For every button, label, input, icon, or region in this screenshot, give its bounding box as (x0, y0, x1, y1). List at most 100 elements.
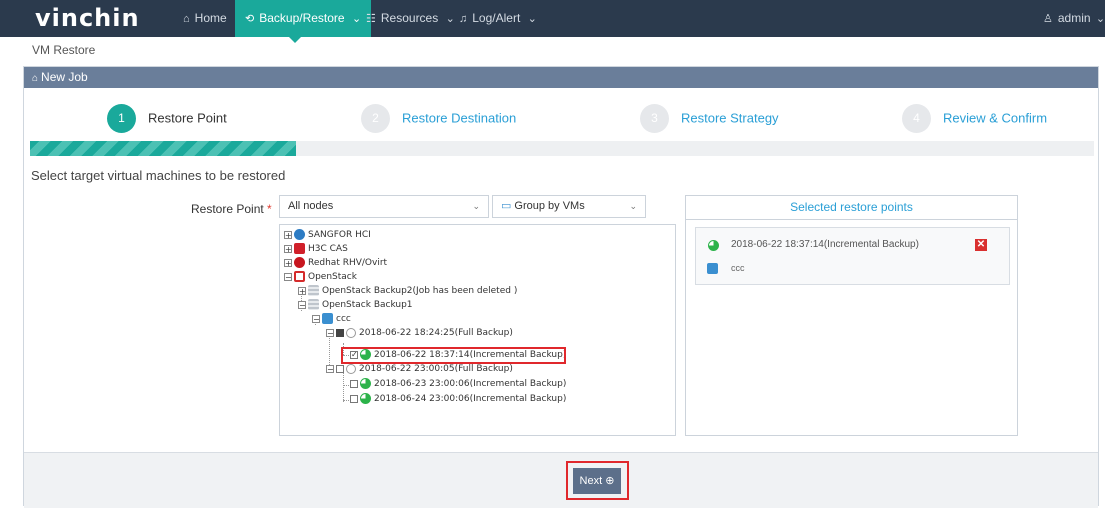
tree-label: OpenStack Backup2(Job has been deleted ) (322, 286, 518, 296)
collapse-toggle[interactable]: − (312, 314, 320, 323)
tree-node-backup2[interactable]: + OpenStack Backup2(Job has been deleted … (298, 285, 517, 298)
tree-node-h3c[interactable]: + H3C CAS (284, 243, 348, 256)
step-number: 4 (902, 104, 931, 134)
node-select-value: All nodes (288, 200, 334, 212)
tree-label: SANGFOR HCI (308, 230, 371, 240)
chevron-down-icon: ⌄ (527, 13, 537, 25)
collapse-toggle[interactable]: − (326, 328, 334, 337)
collapse-toggle[interactable]: − (298, 300, 306, 309)
step-label: Review & Confirm (943, 110, 1048, 126)
tree-node-backup1[interactable]: − OpenStack Backup1 (298, 299, 413, 312)
restore-point-label-text: Restore Point (191, 202, 264, 216)
nav-home[interactable]: ⌂ Home (183, 0, 227, 37)
checkbox[interactable] (350, 379, 358, 388)
panel-title: New Job (41, 70, 88, 84)
selected-header: Selected restore points (686, 196, 1017, 220)
checkbox[interactable] (336, 364, 344, 373)
remove-icon[interactable]: ✕ (975, 239, 987, 251)
wizard-progress-fill (30, 141, 296, 156)
section-title: Select target virtual machines to be res… (31, 168, 286, 183)
refresh-icon: ⟲ (245, 13, 255, 25)
checkbox[interactable] (350, 394, 358, 403)
tree-label: H3C CAS (308, 244, 348, 254)
expand-toggle[interactable]: + (284, 244, 292, 253)
nav-resources-label: Resources (380, 11, 439, 25)
chevron-down-icon: ⌄ (351, 13, 362, 25)
new-job-panel: ⌂ New Job 1 Restore Point 2 Restore Destina… (23, 66, 1099, 508)
selection-highlight (341, 347, 566, 364)
sangfor-icon (294, 229, 305, 240)
expand-toggle[interactable]: + (298, 286, 306, 295)
step-label: Restore Point (148, 110, 227, 126)
vm-icon (322, 313, 333, 324)
step-label: Restore Strategy (681, 110, 779, 126)
tree-node-full2[interactable]: − 2018-06-22 23:00:05(Full Backup) (326, 363, 513, 376)
user-menu[interactable]: ♙ admin ⌄ (1043, 0, 1105, 37)
nav-backup-restore[interactable]: ⟲ Backup/Restore ⌄ (235, 0, 372, 37)
step-review-confirm[interactable]: 4 Review & Confirm (902, 103, 1048, 134)
breadcrumb: VM Restore (32, 43, 96, 57)
selected-restore-points: Selected restore points 2018-06-22 18:37… (685, 195, 1018, 436)
node-select[interactable]: All nodes ⌄ (279, 195, 489, 218)
nav-home-label: Home (194, 11, 227, 25)
tree-label: Redhat RHV/Ovirt (308, 258, 388, 268)
server-icon (308, 285, 319, 296)
tree-guide (343, 372, 344, 402)
nav-backup-restore-label: Backup/Restore (259, 11, 345, 25)
tree-node-vm[interactable]: − ccc (312, 313, 351, 326)
tree-label: ccc (336, 314, 351, 324)
tree-label: OpenStack (308, 272, 357, 282)
footer-bar (24, 452, 1098, 508)
partial-checkbox[interactable] (336, 328, 344, 337)
collapse-toggle[interactable]: − (326, 364, 334, 373)
nav-resources[interactable]: ☷ Resources ⌄ (366, 0, 460, 37)
step-number: 3 (640, 104, 669, 134)
nav-log-alert[interactable]: ♫ Log/Alert ⌄ (459, 0, 542, 37)
restore-point-tree: + SANGFOR HCI + H3C CAS + Redhat RHV/Ovirt … (279, 224, 676, 436)
user-icon: ♙ (1043, 13, 1053, 25)
step-restore-destination[interactable]: 2 Restore Destination (361, 103, 516, 134)
vinchin-logo[interactable]: vinchin (35, 4, 140, 32)
expand-toggle[interactable]: + (284, 230, 292, 239)
group-select[interactable]: ▭ Group by VMs ⌄ (492, 195, 646, 218)
tree-node-rhv[interactable]: + Redhat RHV/Ovirt (284, 257, 387, 270)
chevron-down-icon: ⌄ (1095, 13, 1105, 25)
home-icon: ⌂ (183, 13, 190, 25)
nav-log-alert-label: Log/Alert (472, 11, 521, 25)
tree-label: 2018-06-23 23:00:06(Incremental Backup) (374, 379, 567, 389)
tree-node-incr2[interactable]: 2018-06-23 23:00:06(Incremental Backup) (350, 378, 566, 391)
chevron-down-icon: ⌄ (629, 201, 637, 211)
step-restore-point[interactable]: 1 Restore Point (107, 103, 227, 134)
top-nav: vinchin ⌂ Home ⟲ Backup/Restore ⌄ ☷ Resourc… (0, 0, 1105, 37)
user-name: admin (1057, 11, 1091, 25)
active-nav-caret (289, 37, 301, 43)
step-number: 2 (361, 104, 390, 134)
wizard-progress (30, 141, 1094, 156)
clock-icon (346, 327, 356, 338)
step-number: 1 (107, 104, 136, 134)
restore-point-icon (360, 393, 371, 404)
collapse-toggle[interactable]: − (284, 272, 292, 281)
tree-node-sangfor[interactable]: + SANGFOR HCI (284, 229, 371, 242)
group-select-value: Group by VMs (514, 200, 585, 212)
step-restore-strategy[interactable]: 3 Restore Strategy (640, 103, 779, 134)
openstack-icon (294, 271, 305, 282)
tree-node-openstack[interactable]: − OpenStack (284, 271, 357, 284)
tree-label: 2018-06-24 23:00:06(Incremental Backup) (374, 394, 567, 404)
redhat-icon (294, 257, 305, 268)
server-icon (308, 299, 319, 310)
h3c-icon (294, 243, 305, 254)
tree-node-full1[interactable]: − 2018-06-22 18:24:25(Full Backup) (326, 327, 513, 340)
restore-point-icon (708, 240, 719, 251)
expand-toggle[interactable]: + (284, 258, 292, 267)
clock-icon (346, 363, 356, 374)
home-small-icon: ⌂ (32, 73, 39, 84)
tree-node-incr3[interactable]: 2018-06-24 23:00:06(Incremental Backup) (350, 393, 566, 406)
resources-icon: ☷ (366, 13, 376, 25)
tree-label: 2018-06-22 23:00:05(Full Backup) (359, 364, 513, 374)
tree-label: OpenStack Backup1 (322, 300, 413, 310)
chevron-down-icon: ⌄ (472, 201, 480, 211)
vm-icon (707, 263, 718, 274)
selected-item: 2018-06-22 18:37:14(Incremental Backup) … (695, 227, 1010, 285)
next-highlight (566, 461, 629, 500)
